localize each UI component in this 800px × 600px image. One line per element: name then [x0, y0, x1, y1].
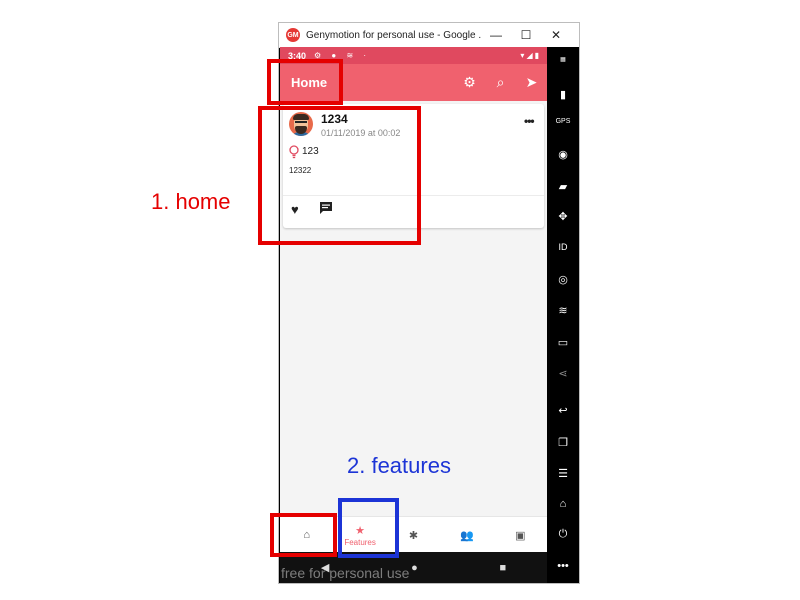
recent-apps-icon[interactable]: ❐ — [554, 436, 572, 449]
nav-people[interactable]: 👥 — [440, 517, 493, 553]
dpad-icon[interactable]: ✥ — [554, 210, 572, 223]
home-circle-icon[interactable]: ● — [411, 562, 418, 574]
maximize-button[interactable]: ☐ — [511, 28, 541, 42]
home-outline-icon[interactable]: ⌂ — [554, 498, 572, 510]
camera-icon[interactable]: ◉ — [554, 148, 572, 161]
window-titlebar: GM Genymotion for personal use - Google … — [279, 23, 579, 48]
annotation-box-features-tab — [338, 498, 399, 558]
annotation-box-post-card — [258, 106, 421, 245]
more-options-icon[interactable]: ••• — [524, 114, 535, 128]
menu-icon[interactable]: ☰ — [554, 467, 572, 480]
people-icon: 👥 — [460, 529, 474, 542]
battery-icon[interactable]: ▮ — [554, 88, 572, 101]
annotation-label-home: 1. home — [151, 189, 231, 214]
sms-icon[interactable]: ▭ — [554, 336, 572, 349]
rss-icon[interactable]: ≋ — [554, 304, 572, 317]
gps-icon[interactable]: GPS — [554, 118, 572, 125]
device-id-icon[interactable]: ID — [554, 242, 572, 252]
palm-tree-icon: ✱ — [408, 529, 419, 542]
annotation-label-features: 2. features — [347, 453, 451, 478]
annotation-box-home-tab — [270, 513, 337, 557]
minimize-button[interactable]: — — [481, 28, 511, 42]
back-arrow-icon[interactable]: ↩ — [554, 404, 572, 417]
open-gapps-icon[interactable]: ▦ — [554, 56, 572, 63]
search-icon[interactable]: ⌕ — [485, 74, 516, 91]
close-button[interactable]: ✕ — [541, 28, 571, 42]
recents-icon[interactable]: ■ — [499, 562, 506, 574]
more-icon[interactable]: ••• — [554, 560, 572, 572]
annotation-box-home-title — [267, 59, 343, 105]
disk-icon[interactable]: ◎ — [554, 273, 572, 286]
genymotion-logo-icon: GM — [286, 28, 300, 42]
watermark: free for personal use — [281, 565, 410, 581]
send-icon[interactable]: ➤ — [516, 74, 547, 91]
settings-gear-icon[interactable]: ⚙ — [454, 74, 485, 91]
capture-icon[interactable]: ▰ — [554, 180, 572, 193]
window-title: Genymotion for personal use - Google ... — [306, 29, 481, 41]
power-icon[interactable]: ⏻ — [554, 528, 572, 541]
status-signal-icons: ▾◢▮ — [520, 51, 541, 60]
share-icon[interactable]: ⋖ — [554, 367, 572, 380]
contact-card-icon: ▣ — [515, 529, 526, 542]
nav-profile[interactable]: ▣ — [494, 517, 547, 553]
